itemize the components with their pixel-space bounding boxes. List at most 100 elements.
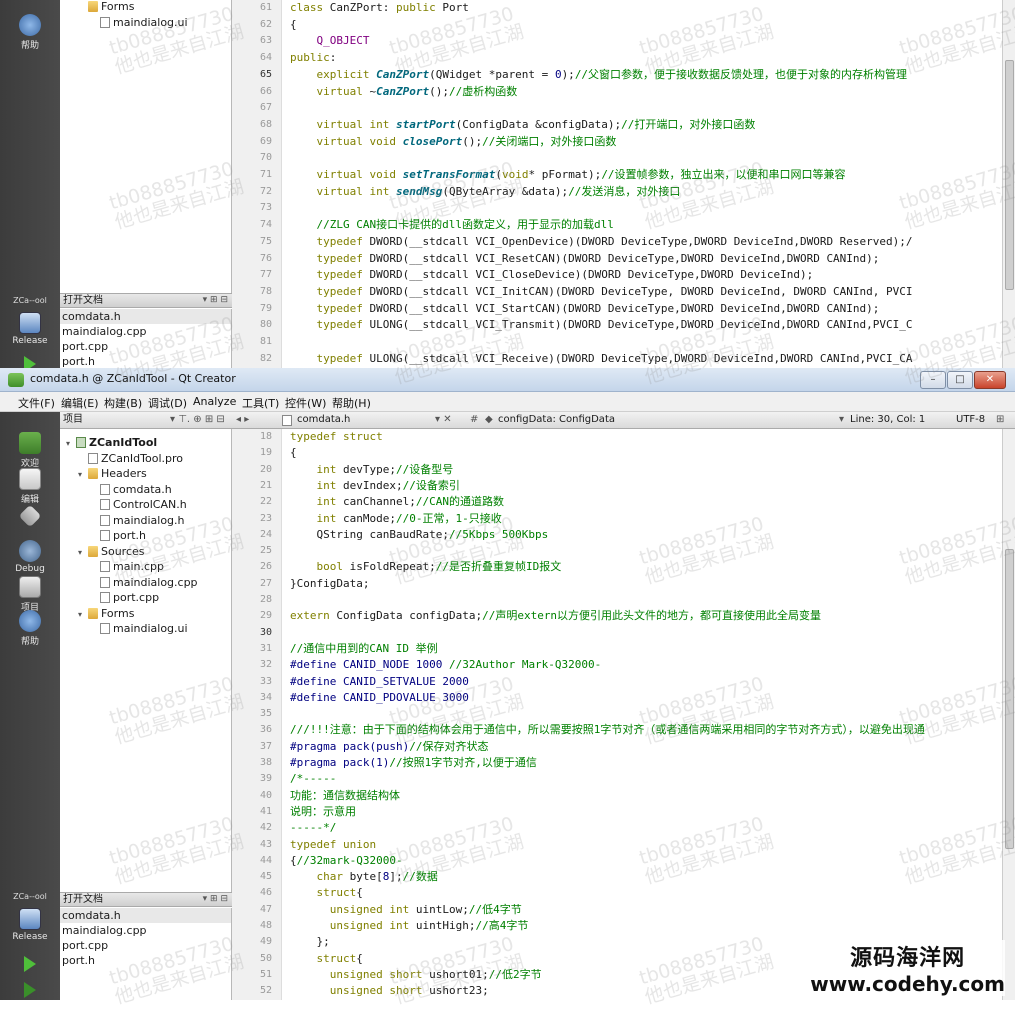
menu-item[interactable]: 构建(B) <box>104 395 142 411</box>
expand-arrow-icon[interactable]: ▾ <box>78 545 88 560</box>
code-line[interactable]: }; <box>290 934 329 950</box>
code-line[interactable]: unsigned short ushort01;//低2字节 <box>290 967 542 983</box>
code-line[interactable]: //ZLG CAN接口卡提供的dll函数定义，用于显示的加载dll <box>290 217 614 234</box>
close-button[interactable]: ✕ <box>974 371 1006 389</box>
code-line[interactable]: unsigned short ushort23; <box>290 983 489 999</box>
code-line[interactable]: typedef union <box>290 837 376 853</box>
maximize-button[interactable]: □ <box>947 371 973 389</box>
code-editor[interactable]: 18 19 20 21 22 23 24 25 26 27 28 29 30 31 32 33 34 35 36 37… <box>232 429 1015 1000</box>
kit-selector-label[interactable]: ZCa‑‑ool <box>0 892 60 901</box>
code-line[interactable]: int devIndex;//设备索引 <box>290 478 460 494</box>
tree-item[interactable]: comdata.h <box>90 482 172 497</box>
project-panel-title[interactable]: 项目 <box>63 412 83 428</box>
menu-item[interactable]: 控件(W) <box>285 395 326 411</box>
menu-item[interactable]: 工具(T) <box>242 395 279 411</box>
tree-item[interactable]: maindialog.cpp <box>90 575 198 590</box>
tree-item[interactable]: maindialog.h <box>90 513 185 528</box>
code-line[interactable]: struct{ <box>290 885 363 901</box>
run-button[interactable] <box>24 356 36 368</box>
expand-arrow-icon[interactable]: ▾ <box>78 607 88 622</box>
code-line[interactable]: Q_OBJECT <box>290 33 370 50</box>
encoding-label[interactable]: UTF-8 <box>956 412 985 428</box>
mode-projects[interactable]: 项目 <box>0 576 60 613</box>
tree-item[interactable]: ▾ Headers <box>78 466 147 481</box>
tree-item[interactable]: ZCanIdTool.pro <box>78 451 183 466</box>
code-line[interactable]: public: <box>290 50 336 67</box>
mode-design[interactable]: 设计 <box>0 504 60 528</box>
panel-controls-icon[interactable]: ▾ ⊞ ⊟ <box>203 893 228 906</box>
code-line[interactable]: explicit CanZPort(QWidget *parent = 0);/… <box>290 67 908 84</box>
menu-item[interactable]: 调试(D) <box>148 395 187 411</box>
minimize-button[interactable]: – <box>920 371 946 389</box>
code-line[interactable]: typedef DWORD(__stdcall VCI_CloseDevice)… <box>290 267 814 284</box>
code-line[interactable]: unsigned int uintHigh;//高4字节 <box>290 918 529 934</box>
dropdown-chevron-icon[interactable]: ▾ <box>839 412 844 428</box>
mode-welcome[interactable]: 欢迎 <box>0 432 60 469</box>
mode-help[interactable]: 帮助 <box>0 610 60 647</box>
tree-item[interactable]: ▾ Sources <box>78 544 145 559</box>
menu-item[interactable]: 帮助(H) <box>332 395 371 411</box>
code-line[interactable]: virtual int startPort(ConfigData &config… <box>290 117 756 134</box>
code-line[interactable]: 功能：通信数据结构体 <box>290 788 400 804</box>
code-line[interactable]: {//32mark-Q32000- <box>290 853 403 869</box>
code-line[interactable]: typedef DWORD(__stdcall VCI_InitCAN)(DWO… <box>290 284 913 301</box>
code-line[interactable]: virtual void closePort();//关闭端口，对外接口函数 <box>290 134 617 151</box>
menu-item[interactable]: 文件(F) <box>18 395 55 411</box>
mode-edit[interactable]: 编辑 <box>0 468 60 505</box>
open-document-item[interactable]: port.h <box>60 953 231 968</box>
code-line[interactable]: unsigned int uintLow;//低4字节 <box>290 902 522 918</box>
code-line[interactable]: int devType;//设备型号 <box>290 462 454 478</box>
code-line[interactable]: }ConfigData; <box>290 576 369 592</box>
code-editor[interactable]: 61 62 63 64 65 66 67 68 69 70 71 72 73 74 75 76 77 78 79 80… <box>232 0 1015 368</box>
code-line[interactable]: -----*/ <box>290 820 336 836</box>
debug-run-button[interactable] <box>24 982 36 998</box>
kit-selector-label[interactable]: ZCa‑‑ool <box>0 296 60 305</box>
open-document-item[interactable]: port.h <box>60 354 231 368</box>
code-line[interactable]: class CanZPort: public Port <box>290 0 469 17</box>
code-line[interactable]: #define CANID_NODE 1000 //32Author Mark-… <box>290 657 601 673</box>
code-line[interactable]: typedef DWORD(__stdcall VCI_StartCAN)(DW… <box>290 301 880 318</box>
expand-arrow-icon[interactable]: ▾ <box>66 436 76 451</box>
tree-item[interactable]: ▾ ZCanIdTool <box>66 435 157 450</box>
code-line[interactable]: struct{ <box>290 951 363 967</box>
open-document-item[interactable]: maindialog.cpp <box>60 923 231 938</box>
code-area[interactable]: typedef struct{ int devType;//设备型号 int d… <box>284 429 1015 1000</box>
code-line[interactable]: virtual void setTransFormat(void* pForma… <box>290 167 846 184</box>
open-document-item[interactable]: comdata.h <box>60 309 231 324</box>
menu-item[interactable]: 编辑(E) <box>61 395 99 411</box>
open-document-item[interactable]: maindialog.cpp <box>60 324 231 339</box>
panel-controls-icon[interactable]: ▾ ⊞ ⊟ <box>203 294 228 307</box>
code-line[interactable]: ///!!!注意：由于下面的结构体会用于通信中，所以需要按照1字节对齐（或者通信… <box>290 722 925 738</box>
code-line[interactable]: int canMode;//0-正常，1-只接收 <box>290 511 502 527</box>
nav-back-forward-icon[interactable]: ◂ ▸ <box>236 412 249 428</box>
tree-item[interactable]: Forms <box>78 0 134 14</box>
mode-debug[interactable]: Debug <box>0 540 60 574</box>
code-line[interactable]: #pragma pack(1)//按照1字节对齐,以便于通信 <box>290 755 537 771</box>
tree-item[interactable]: maindialog.ui <box>90 621 188 636</box>
scrollbar-thumb[interactable] <box>1005 60 1014 290</box>
code-line[interactable]: typedef DWORD(__stdcall VCI_ResetCAN)(DW… <box>290 251 880 268</box>
code-line[interactable]: #define CANID_SETVALUE 2000 <box>290 674 469 690</box>
build-config-selector[interactable]: Release <box>0 908 60 942</box>
panel-controls-icon[interactable]: ▾ ⊤. ⊕ ⊞ ⊟ <box>170 412 225 428</box>
editor-scrollbar[interactable] <box>1002 0 1015 368</box>
tree-item[interactable]: port.h <box>90 528 146 543</box>
code-area[interactable]: class CanZPort: public Port{ Q_OBJECT pub… <box>284 0 1015 368</box>
code-line[interactable]: virtual int sendMsg(QByteArray &data);//… <box>290 184 681 201</box>
run-button[interactable] <box>24 956 36 972</box>
symbol-selector[interactable]: configData: ConfigData <box>498 412 615 428</box>
tree-item[interactable]: port.cpp <box>90 590 159 605</box>
build-config-selector[interactable]: Release <box>0 312 60 346</box>
code-line[interactable]: int canChannel;//CAN的通道路数 <box>290 494 504 510</box>
open-document-item[interactable]: port.cpp <box>60 339 231 354</box>
code-line[interactable]: /*----- <box>290 771 336 787</box>
scrollbar-thumb[interactable] <box>1005 549 1014 849</box>
code-line[interactable]: typedef struct <box>290 429 383 445</box>
code-line[interactable]: typedef ULONG(__stdcall VCI_Receive)(DWO… <box>290 351 913 368</box>
mode-help[interactable]: 帮助 <box>0 14 60 51</box>
close-document-icon[interactable]: ▾ ✕ <box>435 412 452 428</box>
code-line[interactable]: 说明：示意用 <box>290 804 356 820</box>
code-line[interactable]: //通信中用到的CAN ID 举例 <box>290 641 438 657</box>
code-line[interactable]: extern ConfigData configData;//声明extern以… <box>290 608 821 624</box>
open-document-item[interactable]: port.cpp <box>60 938 231 953</box>
